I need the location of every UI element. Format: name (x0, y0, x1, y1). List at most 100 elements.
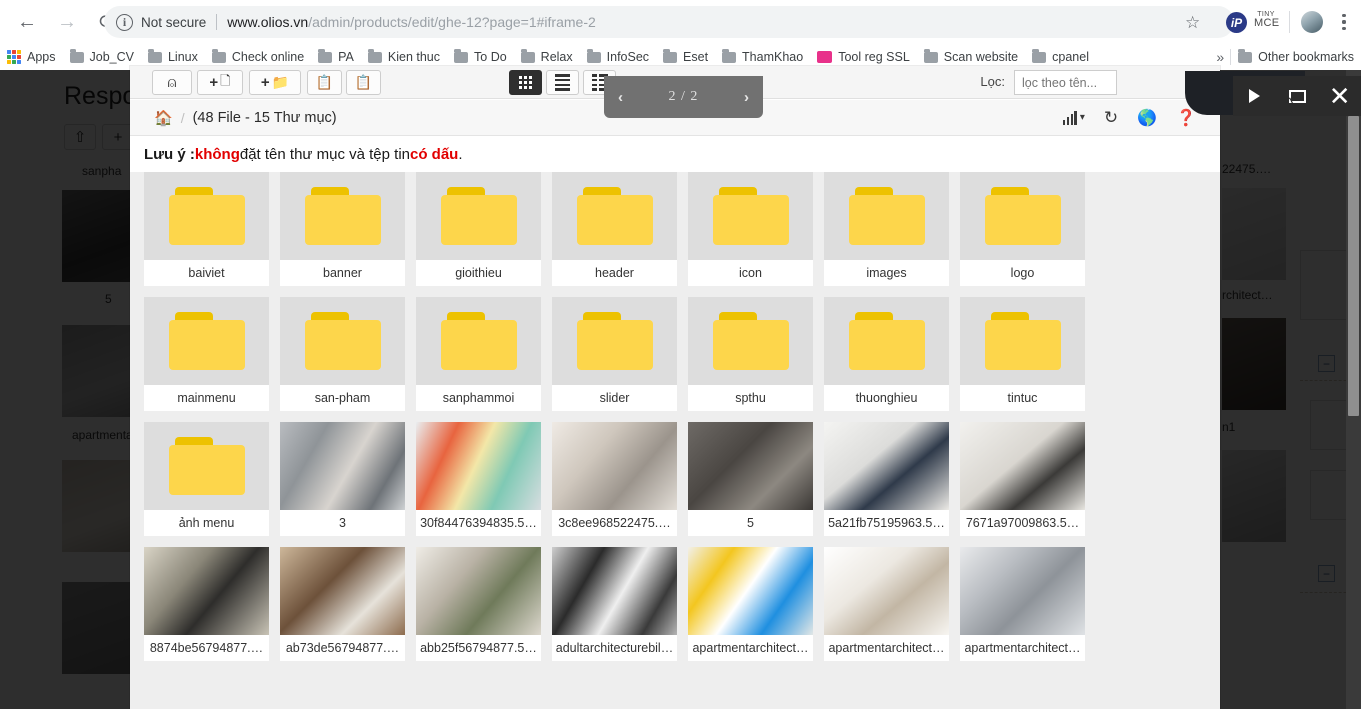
folder-icon (663, 49, 678, 63)
pagination-page-indicator: 2 / 2 (668, 89, 699, 104)
tile-label: tintuc (960, 385, 1085, 411)
new-folder-button[interactable]: + 📁 (249, 70, 301, 95)
avatar[interactable] (1301, 11, 1323, 33)
page-scrollbar[interactable]: ▲ (1346, 70, 1361, 709)
folder-icon (848, 312, 925, 370)
folder-tile[interactable]: slider (552, 297, 677, 411)
bookmark-star-icon[interactable]: ☆ (1185, 13, 1200, 33)
address-bar[interactable]: i Not secure www.olios.vn/admin/products… (104, 6, 1234, 38)
folder-tile[interactable]: spthu (688, 297, 813, 411)
bookmark-label: To Do (474, 50, 507, 64)
play-button[interactable] (1233, 89, 1276, 103)
file-tile[interactable]: adultarchitecturebil… (552, 547, 677, 661)
extension-ip-icon[interactable]: iP (1226, 12, 1247, 33)
bookmark-label: Eset (683, 50, 709, 64)
pagination-overlay[interactable]: ‹ 2 / 2 › (604, 76, 763, 118)
folder-tile[interactable]: banner (280, 172, 405, 286)
list-view-button[interactable] (546, 70, 579, 95)
tile-label: images (824, 260, 949, 286)
tile-label: thuonghieu (824, 385, 949, 411)
folder-tile[interactable]: header (552, 172, 677, 286)
file-tile[interactable]: 8874be56794877.… (144, 547, 269, 661)
folder-tile[interactable]: images (824, 172, 949, 286)
folder-tile[interactable]: ảnh menu (144, 422, 269, 536)
folder-icon (147, 49, 162, 63)
image-thumbnail (552, 547, 677, 635)
folder-thumbnail (416, 297, 541, 385)
kebab-menu-icon[interactable] (1336, 10, 1352, 34)
grid-view-button[interactable] (509, 70, 542, 95)
scrollbar-thumb[interactable] (1348, 116, 1359, 416)
tile-label: 8874be56794877.… (144, 635, 269, 661)
bookmark-label: Scan website (943, 50, 1019, 64)
info-circle-icon[interactable]: i (116, 13, 133, 31)
back-arrow-icon[interactable]: ← (10, 5, 44, 39)
file-manager-modal[interactable]: ⍝ + 🗋 + 📁 📋 📋 Lọc: lọc theo tên... 🏠 / (… (130, 66, 1220, 709)
folder-thumbnail (144, 172, 269, 260)
folder-thumbnail (824, 172, 949, 260)
file-tile[interactable]: apartmentarchitect… (824, 547, 949, 661)
file-grid: baiviet banner gioithieu header icon images lo… (130, 172, 1220, 709)
file-tile[interactable]: apartmentarchitect… (960, 547, 1085, 661)
home-icon[interactable]: 🏠 (154, 109, 173, 127)
maximize-button[interactable] (1276, 89, 1319, 103)
tile-label: banner (280, 260, 405, 286)
pagination-next-button[interactable]: › (744, 89, 749, 106)
new-file-button[interactable]: + 🗋 (197, 70, 243, 95)
bookmark-label: Kien thuc (387, 50, 441, 64)
sort-dropdown-button[interactable]: ▾ (1062, 110, 1085, 125)
file-tile[interactable]: 3 (280, 422, 405, 536)
file-tile[interactable]: 3c8ee968522475.… (552, 422, 677, 536)
folder-tile[interactable]: tintuc (960, 297, 1085, 411)
file-tile[interactable]: abb25f56794877.5… (416, 547, 541, 661)
bookmark-apps[interactable]: Apps (0, 44, 63, 70)
file-tile[interactable]: 5 (688, 422, 813, 536)
file-grid-row: ảnh menu 3 30f84476394835.5… 3c8ee968522475… (144, 422, 1206, 536)
image-thumbnail (688, 547, 813, 635)
folder-tile[interactable]: logo (960, 172, 1085, 286)
file-tile[interactable]: 7671a97009863.5… (960, 422, 1085, 536)
url-domain: www.olios.vn (227, 14, 309, 30)
file-tile[interactable]: 30f84476394835.5… (416, 422, 541, 536)
notice-banner: Lưu ý : không đặt tên thư mục và tệp tin… (130, 137, 1220, 171)
forward-arrow-icon[interactable]: → (50, 5, 84, 39)
navigation-bar: ← → ⟳ i Not secure www.olios.vn/admin/pr… (0, 0, 1361, 44)
apps-grid-icon (7, 50, 21, 64)
file-tile[interactable]: ab73de56794877.… (280, 547, 405, 661)
clipboard-clear-button[interactable]: 📋 (346, 70, 381, 95)
tile-label: ảnh menu (144, 510, 269, 536)
folder-icon (586, 49, 601, 63)
folder-tile[interactable]: gioithieu (416, 172, 541, 286)
file-grid-row: mainmenu san-pham sanphammoi slider spthu thu… (144, 297, 1206, 411)
file-grid-row: 8874be56794877.… ab73de56794877.… abb25f56… (144, 547, 1206, 661)
folder-tile[interactable]: icon (688, 172, 813, 286)
folder-icon (712, 312, 789, 370)
folder-tile[interactable]: san-pham (280, 297, 405, 411)
other-bookmarks-button[interactable]: Other bookmarks (1231, 44, 1361, 70)
upload-button[interactable]: ⍝ (152, 70, 192, 95)
folder-tile[interactable]: thuonghieu (824, 297, 949, 411)
refresh-icon[interactable]: ↻ (1104, 108, 1118, 128)
folder-tile[interactable]: mainmenu (144, 297, 269, 411)
folder-icon (168, 187, 245, 245)
tile-label: sanphammoi (416, 385, 541, 411)
bookmark-label: Tool reg SSL (838, 50, 910, 64)
file-tile[interactable]: apartmentarchitect… (688, 547, 813, 661)
bookmark-label: InfoSec (606, 50, 650, 64)
bookmarks-overflow-button[interactable]: » (1210, 49, 1230, 65)
file-tile[interactable]: 5a21fb75195963.5… (824, 422, 949, 536)
filter-input[interactable] (1014, 70, 1117, 95)
close-button[interactable]: ✕ (1318, 83, 1361, 109)
globe-icon[interactable]: 🌎 (1137, 108, 1157, 128)
chevron-down-icon: ▾ (1079, 112, 1085, 123)
notice-highlight-1: không (194, 145, 240, 163)
pagination-prev-button[interactable]: ‹ (618, 89, 623, 106)
breadcrumb-separator: / (180, 109, 185, 126)
folder-tile[interactable]: sanphammoi (416, 297, 541, 411)
clipboard-check-button[interactable]: 📋 (307, 70, 342, 95)
folder-tile[interactable]: baiviet (144, 172, 269, 286)
upload-icon: ⍝ (167, 74, 177, 91)
collapse-chevron-icon[interactable]: ^ (1286, 95, 1293, 112)
tinymce-line2: MCE (1254, 17, 1280, 29)
extension-tinymce-icon[interactable]: TINY MCE (1254, 11, 1280, 33)
